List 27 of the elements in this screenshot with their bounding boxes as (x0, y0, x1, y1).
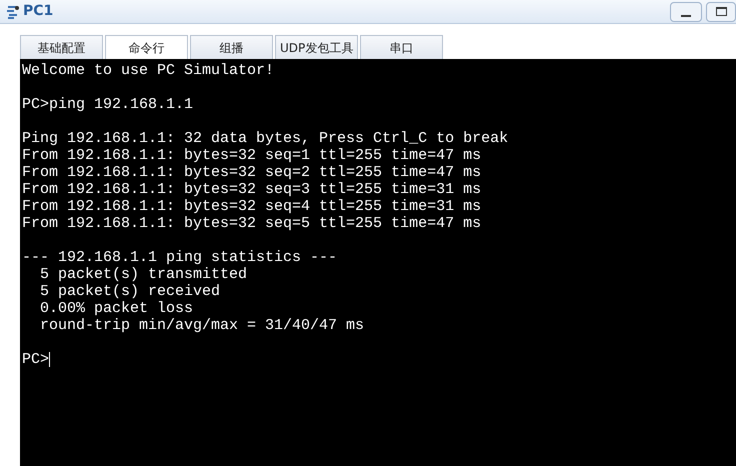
minimize-icon (681, 14, 691, 16)
tab[interactable]: 组播 (190, 35, 273, 59)
tab[interactable]: 命令行 (105, 35, 188, 59)
terminal-line: From 192.168.1.1: bytes=32 seq=2 ttl=255 time=47 ms (22, 164, 482, 181)
terminal-line: PC>ping 192.168.1.1 (22, 96, 194, 113)
terminal-line: 0.00% packet loss (39, 300, 194, 317)
tab[interactable]: UDP发包工具 (275, 35, 358, 59)
terminal-line: From 192.168.1.1: bytes=32 seq=4 ttl=255 time=31 ms (22, 198, 482, 215)
network-icon (6, 4, 20, 20)
tab[interactable]: 基础配置 (20, 35, 103, 59)
terminal-line: From 192.168.1.1: bytes=32 seq=5 ttl=255 time=47 ms (22, 215, 482, 232)
terminal-line: 5 packet(s) received (39, 283, 220, 300)
terminal-console[interactable] (20, 59, 736, 466)
terminal-line: 5 packet(s) transmitted (39, 266, 248, 283)
terminal-line: From 192.168.1.1: bytes=32 seq=3 ttl=255 time=31 ms (22, 181, 482, 198)
terminal-line: Welcome to use PC Simulator! (22, 62, 274, 79)
minimize-button[interactable] (670, 2, 702, 22)
text-cursor (49, 352, 50, 367)
window-title: PC1 (23, 2, 54, 21)
maximize-button[interactable] (706, 2, 736, 22)
prompt: PC> (22, 351, 50, 368)
terminal-line: --- 192.168.1.1 ping statistics --- (22, 249, 338, 266)
tab[interactable]: 串口 (360, 35, 443, 59)
terminal-line: round-trip min/avg/max = 31/40/47 ms (39, 317, 364, 334)
terminal-line: Ping 192.168.1.1: 32 data bytes, Press Ctrl_C to break (22, 130, 508, 147)
terminal-line: From 192.168.1.1: bytes=32 seq=1 ttl=255 time=47 ms (22, 147, 482, 164)
maximize-icon (716, 7, 726, 16)
